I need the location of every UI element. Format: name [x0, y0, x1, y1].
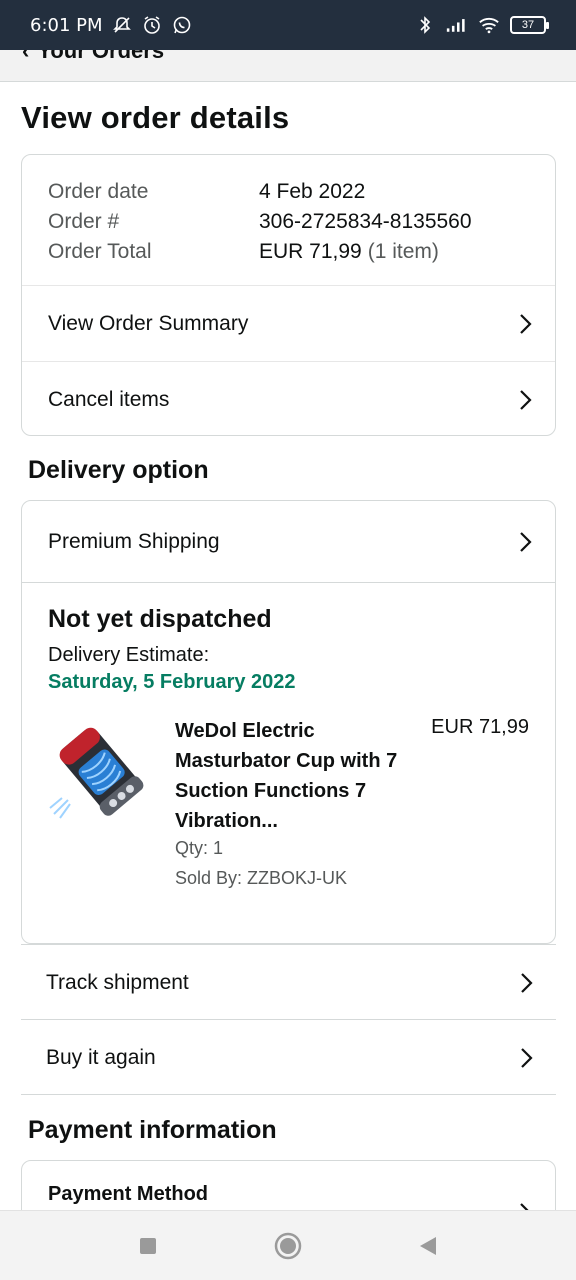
top-nav: ‹ Your Orders	[0, 50, 576, 82]
track-shipment-row[interactable]: Track shipment	[21, 944, 556, 1020]
order-total-items: (1 item)	[367, 240, 439, 263]
buy-it-again-row[interactable]: Buy it again	[21, 1019, 556, 1095]
delivery-option-heading: Delivery option	[28, 456, 209, 484]
home-icon[interactable]	[273, 1231, 303, 1261]
system-nav-bar	[0, 1210, 576, 1280]
premium-shipping-row[interactable]: Premium Shipping	[22, 501, 555, 583]
delivery-estimate-label: Delivery Estimate:	[48, 644, 210, 666]
divider	[21, 1094, 556, 1095]
order-item: WeDol Electric Masturbator Cup with 7 Su…	[48, 714, 529, 914]
page-title: View order details	[21, 100, 290, 135]
shipment-block: Not yet dispatched Delivery Estimate: Sa…	[22, 583, 555, 936]
payment-method-label: Payment Method	[48, 1183, 209, 1205]
bluetooth-icon	[414, 14, 436, 36]
mute-icon	[111, 14, 133, 36]
order-date-value: 4 Feb 2022	[259, 180, 366, 203]
view-order-summary-label: View Order Summary	[48, 311, 249, 335]
product-image[interactable]	[48, 714, 156, 822]
alarm-icon	[141, 14, 163, 36]
product-seller: Sold By: ZZBOKJ-UK	[175, 868, 348, 888]
back-icon[interactable]	[413, 1231, 443, 1261]
view-order-summary-row[interactable]: View Order Summary	[22, 285, 555, 361]
status-bar: 6:01 PM 37	[0, 0, 576, 50]
cancel-items-row[interactable]: Cancel items	[22, 361, 555, 435]
product-price: EUR 71,99	[431, 716, 529, 738]
whatsapp-icon	[171, 14, 193, 36]
delivery-estimate-date: Saturday, 5 February 2022	[48, 671, 296, 693]
premium-shipping-label: Premium Shipping	[48, 529, 220, 553]
delivery-card: Premium Shipping Not yet dispatched Deli…	[21, 500, 556, 944]
chevron-right-icon	[515, 312, 535, 336]
chevron-right-icon	[516, 1046, 536, 1070]
order-date-row: Order date 4 Feb 2022	[48, 177, 529, 207]
back-label: Your Orders	[37, 50, 165, 63]
order-number-label: Order #	[48, 210, 120, 233]
order-total-value: EUR 71,99	[259, 240, 362, 263]
cancel-items-label: Cancel items	[48, 387, 170, 411]
buy-it-again-label: Buy it again	[46, 1045, 156, 1069]
chevron-right-icon	[515, 388, 535, 412]
order-number-row: Order # 306-2725834-8135560	[48, 207, 529, 237]
signal-icon	[446, 14, 468, 36]
battery-icon: 37	[510, 16, 549, 34]
wifi-icon	[478, 14, 500, 36]
shipment-status: Not yet dispatched	[48, 605, 272, 633]
back-to-orders-link[interactable]: ‹ Your Orders	[22, 50, 164, 64]
payment-information-heading: Payment information	[28, 1116, 277, 1144]
battery-level: 37	[521, 19, 535, 31]
product-title-link[interactable]: WeDol Electric Masturbator Cup with 7 Su…	[175, 716, 407, 836]
order-info-card: Order date 4 Feb 2022 Order # 306-272583…	[21, 154, 556, 436]
order-date-label: Order date	[48, 180, 149, 203]
status-time: 6:01 PM	[30, 14, 103, 36]
chevron-right-icon	[515, 530, 535, 554]
order-total-label: Order Total	[48, 240, 152, 263]
order-info-grid: Order date 4 Feb 2022 Order # 306-272583…	[22, 155, 555, 285]
chevron-left-icon: ‹	[22, 50, 30, 63]
chevron-right-icon	[516, 971, 536, 995]
product-quantity: Qty: 1	[175, 838, 224, 858]
order-total-row: Order Total EUR 71,99 (1 item)	[48, 237, 529, 267]
track-shipment-label: Track shipment	[46, 970, 189, 994]
recents-icon[interactable]	[133, 1231, 163, 1261]
order-number-value: 306-2725834-8135560	[259, 210, 472, 233]
